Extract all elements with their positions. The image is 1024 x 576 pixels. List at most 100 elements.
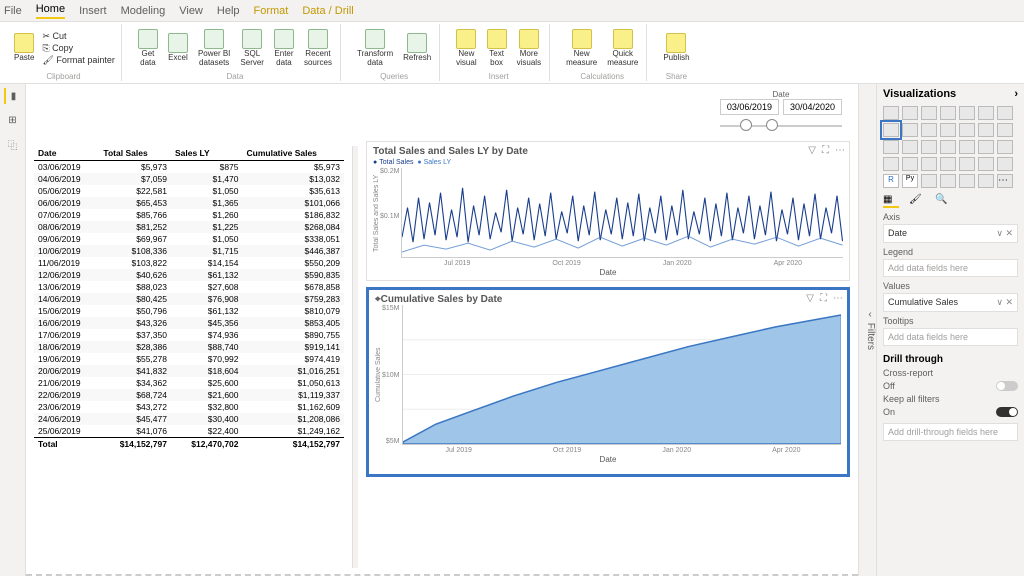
- table-row[interactable]: 04/06/2019$7,059$1,470$13,032: [34, 173, 344, 185]
- quick-measure-button[interactable]: Quick measure: [605, 27, 640, 70]
- slicer-to[interactable]: 30/04/2020: [783, 99, 842, 115]
- viz-filled-map[interactable]: [978, 140, 994, 154]
- table-row[interactable]: 20/06/2019$41,832$18,604$1,016,251: [34, 365, 344, 377]
- report-view-icon[interactable]: ▮: [4, 88, 20, 104]
- analytics-tab[interactable]: 🔍: [935, 194, 951, 208]
- get-data-button[interactable]: Get data: [136, 27, 160, 70]
- transform-data-button[interactable]: Transform data: [355, 27, 395, 70]
- new-visual-button[interactable]: New visual: [454, 27, 478, 70]
- date-slicer[interactable]: Date 03/06/2019 30/04/2020: [720, 90, 842, 135]
- table-row[interactable]: 12/06/2019$40,626$61,132$590,835: [34, 269, 344, 281]
- data-view-icon[interactable]: ⊞: [5, 112, 21, 128]
- viz-table[interactable]: [978, 157, 994, 171]
- area-chart-visual[interactable]: ⌖Cumulative Sales by Date ▽ ⛶ ⋯ Cumulati…: [366, 287, 850, 477]
- table-header[interactable]: Sales LY: [171, 146, 243, 161]
- viz-slicer[interactable]: [959, 157, 975, 171]
- viz-clustered-column[interactable]: [940, 106, 956, 120]
- axis-well[interactable]: Date∨ ✕: [883, 224, 1018, 243]
- viz-gauge[interactable]: [883, 157, 899, 171]
- publish-button[interactable]: Publish: [661, 31, 691, 65]
- slicer-from[interactable]: 03/06/2019: [720, 99, 779, 115]
- table-row[interactable]: 10/06/2019$108,336$1,715$446,387: [34, 245, 344, 257]
- table-row[interactable]: 08/06/2019$81,252$1,225$268,084: [34, 221, 344, 233]
- viz-r[interactable]: R: [883, 174, 899, 188]
- table-row[interactable]: 25/06/2019$41,076$22,400$1,249,162: [34, 425, 344, 438]
- table-row[interactable]: 05/06/2019$22,581$1,050$35,613: [34, 185, 344, 197]
- report-canvas[interactable]: DateTotal SalesSales LYCumulative Sales …: [26, 84, 858, 576]
- cut-button[interactable]: ✂ Cut: [42, 31, 114, 42]
- table-row[interactable]: 14/06/2019$80,425$76,908$759,283: [34, 293, 344, 305]
- format-tab[interactable]: 🖌: [909, 194, 925, 208]
- filters-pane-collapsed[interactable]: ‹ Filters: [858, 84, 876, 576]
- menu-home[interactable]: Home: [36, 3, 65, 19]
- legend-well[interactable]: Add data fields here: [883, 259, 1018, 277]
- chevron-right-icon[interactable]: ›: [1014, 88, 1018, 100]
- viz-map[interactable]: [959, 140, 975, 154]
- filter-icon[interactable]: ▽: [806, 293, 814, 304]
- table-row[interactable]: 13/06/2019$88,023$27,608$678,858: [34, 281, 344, 293]
- viz-pie[interactable]: [902, 140, 918, 154]
- menu-format[interactable]: Format: [254, 5, 289, 17]
- viz-stacked-area[interactable]: [902, 123, 918, 137]
- table-row[interactable]: 24/06/2019$45,477$30,400$1,208,086: [34, 413, 344, 425]
- more-icon[interactable]: ⋯: [835, 145, 845, 156]
- viz-qa[interactable]: [959, 174, 975, 188]
- copy-button[interactable]: ⎘ Copy: [42, 43, 114, 54]
- viz-100-column[interactable]: [978, 106, 994, 120]
- focus-icon[interactable]: ⛶: [820, 293, 827, 304]
- viz-line-clustered-column[interactable]: [940, 123, 956, 137]
- viz-100-bar[interactable]: [959, 106, 975, 120]
- keep-filters-toggle[interactable]: [996, 407, 1018, 417]
- table-row[interactable]: 07/06/2019$85,766$1,260$186,832: [34, 209, 344, 221]
- viz-line-stacked-column[interactable]: [921, 123, 937, 137]
- table-row[interactable]: 15/06/2019$50,796$61,132$810,079: [34, 305, 344, 317]
- viz-funnel[interactable]: [997, 123, 1013, 137]
- table-row[interactable]: 03/06/2019$5,973$875$5,973: [34, 161, 344, 174]
- menu-insert[interactable]: Insert: [79, 5, 107, 17]
- tooltips-well[interactable]: Add data fields here: [883, 328, 1018, 346]
- enter-data-button[interactable]: Enter data: [272, 27, 296, 70]
- table-row[interactable]: 17/06/2019$37,350$74,936$890,755: [34, 329, 344, 341]
- viz-multi-card[interactable]: [921, 157, 937, 171]
- table-row[interactable]: 22/06/2019$68,724$21,600$1,119,337: [34, 389, 344, 401]
- table-row[interactable]: 23/06/2019$43,272$32,800$1,162,609: [34, 401, 344, 413]
- table-row[interactable]: 11/06/2019$103,822$14,154$550,209: [34, 257, 344, 269]
- more-visuals-button[interactable]: More visuals: [515, 27, 543, 70]
- cross-report-toggle[interactable]: [996, 381, 1018, 391]
- pbi-datasets-button[interactable]: Power BI datasets: [196, 27, 232, 70]
- text-box-button[interactable]: Text box: [485, 27, 509, 70]
- viz-scatter[interactable]: [883, 140, 899, 154]
- format-painter-button[interactable]: 🖌 Format painter: [42, 55, 114, 66]
- table-scrollbar[interactable]: [352, 146, 358, 568]
- values-well[interactable]: Cumulative Sales∨ ✕: [883, 293, 1018, 312]
- sql-server-button[interactable]: SQL Server: [238, 27, 266, 70]
- slicer-handle-right[interactable]: [766, 119, 778, 131]
- table-row[interactable]: 19/06/2019$55,278$70,992$974,419: [34, 353, 344, 365]
- table-header[interactable]: Cumulative Sales: [243, 146, 344, 161]
- refresh-button[interactable]: Refresh: [401, 31, 433, 65]
- menu-data-drill[interactable]: Data / Drill: [302, 5, 353, 17]
- viz-import[interactable]: [978, 174, 994, 188]
- table-row[interactable]: 06/06/2019$65,453$1,365$101,066: [34, 197, 344, 209]
- viz-kpi[interactable]: [940, 157, 956, 171]
- viz-key-influencers[interactable]: [921, 174, 937, 188]
- more-icon[interactable]: ⋯: [833, 293, 843, 304]
- viz-card[interactable]: [902, 157, 918, 171]
- paste-button[interactable]: Paste: [12, 31, 36, 65]
- table-header[interactable]: Date: [34, 146, 99, 161]
- table-visual[interactable]: DateTotal SalesSales LYCumulative Sales …: [34, 146, 344, 568]
- slicer-handle-left[interactable]: [740, 119, 752, 131]
- viz-treemap[interactable]: [940, 140, 956, 154]
- viz-py[interactable]: Py: [902, 174, 918, 188]
- menu-help[interactable]: Help: [217, 5, 240, 17]
- viz-more[interactable]: ⋯: [997, 174, 1013, 188]
- viz-stacked-column[interactable]: [902, 106, 918, 120]
- viz-matrix[interactable]: [997, 157, 1013, 171]
- viz-line[interactable]: [997, 106, 1013, 120]
- table-row[interactable]: 09/06/2019$69,967$1,050$338,051: [34, 233, 344, 245]
- new-measure-button[interactable]: New measure: [564, 27, 599, 70]
- table-row[interactable]: 21/06/2019$34,362$25,600$1,050,613: [34, 377, 344, 389]
- fields-tab[interactable]: ▦: [883, 194, 899, 208]
- viz-area[interactable]: [883, 123, 899, 137]
- viz-clustered-bar[interactable]: [921, 106, 937, 120]
